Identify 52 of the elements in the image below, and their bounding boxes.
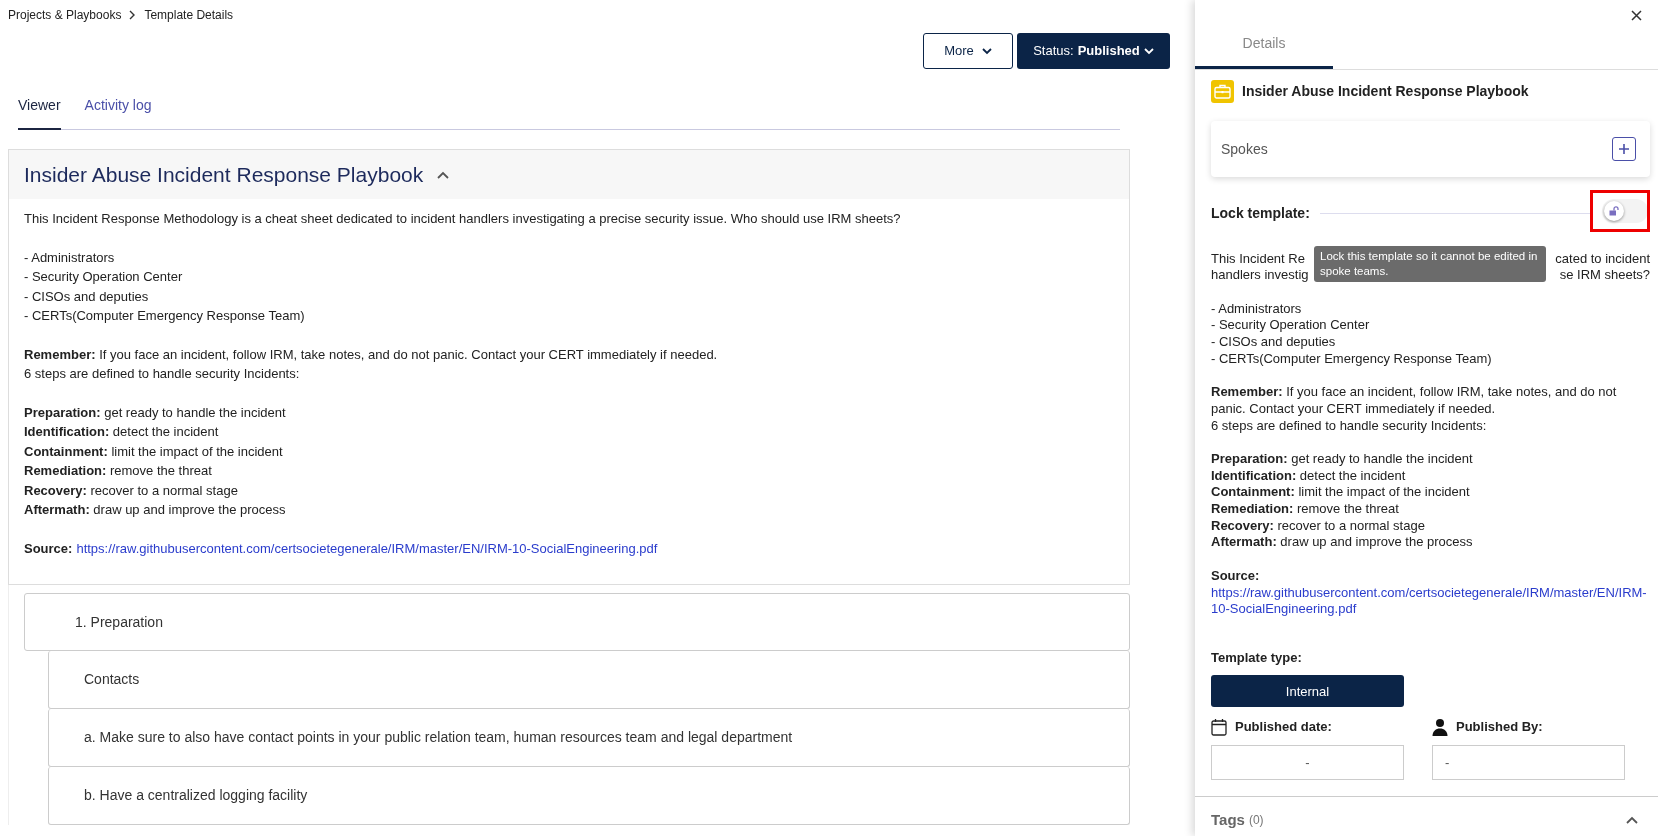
source-label: Source: (24, 539, 73, 558)
playbook-title: Insider Abuse Incident Response Playbook (1242, 82, 1529, 101)
briefcase-icon (1211, 80, 1234, 103)
tooltip: Lock this template so it cannot be edited in spoke teams. (1314, 246, 1546, 282)
template-type-button[interactable]: Internal (1211, 675, 1404, 708)
paragraph: Remember: If you face an incident, follow IRM, take notes, and do not panic. Contact your CERT immediately if needed. 6 steps are defined to handle security Incidents: (24, 345, 719, 384)
collapse-icon[interactable] (1626, 816, 1638, 825)
lock-toggle[interactable] (1602, 199, 1648, 223)
value-field: - (1211, 744, 1404, 780)
template-type-label: Template type: (1211, 648, 1303, 667)
breadcrumb-item[interactable]: Projects & Playbooks (8, 6, 122, 24)
padlock-icon (1609, 206, 1619, 216)
chevron-down-icon (1143, 47, 1154, 55)
plus-icon (1618, 143, 1630, 155)
playbook-title: Insider Abuse Incident Response Playbook (24, 162, 424, 188)
text-fragment: se IRM sheets? (1559, 267, 1650, 284)
step-item[interactable]: b. Have a centralized logging facility (48, 767, 1130, 826)
text-fragment: cated to incident (1555, 250, 1650, 268)
highlight-frame (1590, 190, 1650, 232)
value-field: - (1432, 744, 1625, 780)
breadcrumb-item: Template Details (144, 7, 234, 24)
source-link[interactable]: https://raw.githubusercontent.com/certsocietegenerale/IRM/master/EN/IRM-10-SocialEngineering.pdf (76, 538, 658, 559)
calendar-icon (1211, 718, 1227, 737)
person-icon (1432, 718, 1448, 737)
lock-label: Lock template: (1211, 204, 1310, 224)
step-item[interactable]: Contacts (48, 651, 1130, 710)
text-fragment: handlers investig (1211, 267, 1309, 284)
source-link[interactable]: https://raw.githubusercontent.com/certsocietegenerale/IRM/master/EN/IRM-10-SocialEngineering.pdf (1211, 584, 1650, 618)
add-button[interactable] (1612, 137, 1636, 161)
paragraph: Remember: If you face an incident, follow IRM, take notes, and do not panic. Contact your CERT immediately if needed. 6 steps are defined to handle security Incidents: (1211, 384, 1618, 435)
tags-label: Tags (1211, 809, 1245, 830)
tab[interactable]: Viewer (18, 83, 61, 130)
status-button[interactable]: Status: Published (1017, 33, 1170, 69)
tab[interactable]: Activity log (84, 83, 152, 130)
field-label: Published By: (1456, 718, 1543, 737)
paragraph: - Administrators - Security Operation Center - CISOs and deputies - CERTs(Computer Emergency Response Team) (1211, 300, 1493, 368)
paragraph: This Incident Response Methodology is a cheat sheet dedicated to incident handlers investigating a precise security issue. Who should use IRM sheets? (24, 210, 902, 229)
paragraph: Preparation: get ready to handle the incident Identification: detect the incident Containment: limit the impact of the incident Remediation: remove the threat Recovery: recover to a normal stage Aftermath: draw up and improve the process (1211, 450, 1474, 552)
step-item[interactable]: 1. Preparation (24, 593, 1130, 652)
paragraph: - Administrators - Security Operation Center - CISOs and deputies - CERTs(Computer Emergency Response Team) (24, 248, 306, 326)
paragraph: Preparation: get ready to handle the incident Identification: detect the incident Containment: limit the impact of the incident Remediation: remove the threat Recovery: recover to a normal stage Aftermath: draw up and improve the process (24, 403, 287, 520)
spokes-label: Spokes (1221, 139, 1268, 159)
tab[interactable]: Details (1195, 0, 1333, 69)
more-button[interactable]: More (923, 33, 1013, 69)
text-fragment: This Incident Re (1211, 250, 1305, 268)
step-item[interactable]: a. Make sure to also have contact points in your public relation team, human resources team and legal department (48, 709, 1130, 768)
chevron-right-icon (129, 10, 137, 20)
chevron-down-icon (981, 47, 992, 55)
field-label: Published date: (1235, 718, 1332, 737)
collapse-icon[interactable] (437, 170, 450, 179)
tags-count: (0) (1248, 812, 1264, 830)
source-label: Source: (1211, 567, 1261, 585)
